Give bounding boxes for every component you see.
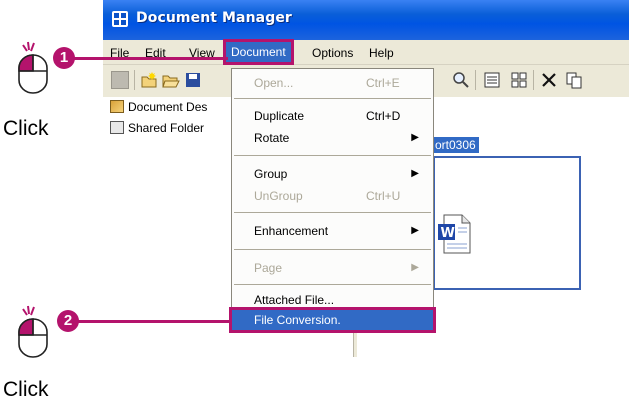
menu-options[interactable]: Options (312, 46, 353, 60)
menu-help[interactable]: Help (369, 46, 394, 60)
menu-item-rotate[interactable]: Rotate ▶ (232, 127, 433, 149)
menu-separator (234, 249, 431, 250)
menu-item-shortcut: Ctrl+D (366, 109, 401, 123)
toolbar-separator (533, 70, 534, 90)
document-menu-dropdown: Open... Ctrl+E Duplicate Ctrl+D Rotate ▶… (229, 68, 436, 333)
menu-item-file-conversion[interactable]: File Conversion. (229, 307, 436, 333)
menu-item-page[interactable]: Page ▶ (232, 257, 433, 279)
menu-item-label: Open... (254, 76, 294, 90)
menu-item-label: Rotate (254, 131, 290, 145)
tree-item-shared-folder[interactable]: Shared Folder (110, 121, 204, 135)
menu-separator (234, 284, 431, 285)
menu-item-open[interactable]: Open... Ctrl+E (232, 72, 433, 94)
step-1-badge: 1 (53, 47, 75, 69)
menu-document[interactable]: Document (223, 39, 294, 65)
toolbar-separator (475, 70, 476, 90)
click-spark-icon (22, 305, 35, 316)
click-spark-icon (22, 41, 35, 52)
menu-item-label: UnGroup (254, 189, 303, 203)
copy-icon[interactable] (565, 71, 583, 89)
menu-bar: File Edit View Document Options Help (103, 39, 629, 65)
delete-icon[interactable] (540, 71, 558, 89)
menu-item-shortcut: Ctrl+U (366, 189, 401, 203)
save-icon[interactable] (184, 71, 202, 89)
menu-item-shortcut: Ctrl+E (366, 76, 400, 90)
menu-item-attached-file[interactable]: Attached File... (232, 289, 433, 311)
click-label-2: Click (3, 378, 49, 401)
submenu-arrow-icon: ▶ (411, 168, 419, 179)
menu-item-label: Page (254, 261, 283, 275)
mouse-click-icon (18, 318, 48, 358)
menu-separator (234, 212, 431, 213)
zoom-icon[interactable] (452, 71, 470, 89)
menu-item-label: File Conversion. (254, 313, 341, 327)
menu-item-label: Duplicate (254, 109, 305, 123)
open-folder-icon[interactable] (162, 71, 180, 89)
tree-item-document-desk[interactable]: Document Des (110, 100, 207, 114)
word-document-icon: W (438, 214, 471, 254)
menu-item-label: Group (254, 167, 288, 181)
selected-document-label[interactable]: ort0306 (432, 137, 479, 153)
document-desk-icon (110, 100, 124, 113)
menu-item-group[interactable]: Group ▶ (232, 163, 433, 185)
callout-line-step-1 (66, 57, 228, 60)
properties-icon[interactable] (111, 71, 129, 89)
submenu-arrow-icon: ▶ (411, 225, 419, 236)
click-label-1: Click (3, 117, 49, 140)
tree-item-label: Shared Folder (128, 121, 205, 135)
new-folder-icon[interactable] (140, 71, 158, 89)
menu-item-label: Enhancement (254, 224, 329, 238)
submenu-arrow-icon: ▶ (411, 262, 419, 273)
toolbar-separator (134, 70, 135, 90)
window-title: Document Manager (136, 10, 292, 26)
menu-item-label: Attached File... (254, 293, 335, 307)
shared-folder-icon (110, 121, 124, 134)
menu-item-ungroup[interactable]: UnGroup Ctrl+U (232, 185, 433, 207)
mouse-click-icon (18, 54, 48, 94)
tree-item-label: Document Des (128, 100, 208, 114)
submenu-arrow-icon: ▶ (411, 132, 419, 143)
menu-item-duplicate[interactable]: Duplicate Ctrl+D (232, 105, 433, 127)
step-2-badge: 2 (57, 310, 79, 332)
callout-line-step-2 (74, 320, 232, 323)
menu-separator (234, 98, 431, 99)
svg-text:W: W (441, 226, 455, 241)
grid-app-icon (112, 11, 128, 27)
details-view-icon[interactable] (483, 71, 501, 89)
thumbnail-view-icon[interactable] (510, 71, 528, 89)
menu-item-enhancement[interactable]: Enhancement ▶ (232, 220, 433, 242)
title-bar[interactable]: Document Manager (103, 0, 629, 40)
menu-separator (234, 155, 431, 156)
